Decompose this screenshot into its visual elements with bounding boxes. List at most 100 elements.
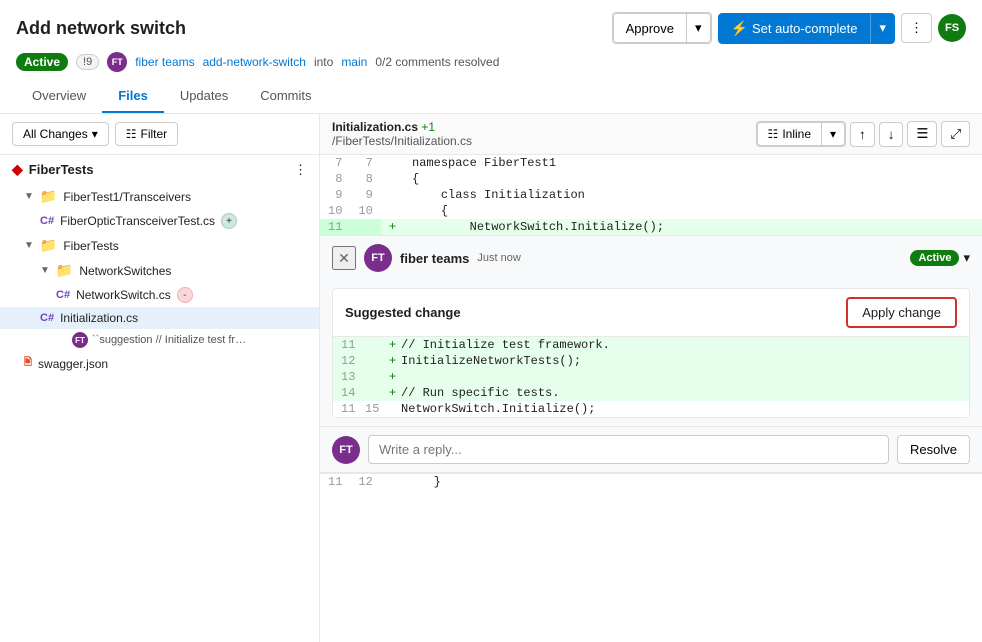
sidebar-file-networkswitch[interactable]: C# NetworkSwitch.cs - bbox=[0, 283, 319, 307]
code-line: 10 10 { bbox=[320, 203, 982, 219]
branch-into: main bbox=[341, 55, 367, 69]
expand-button[interactable]: ⤢ bbox=[941, 121, 970, 147]
tab-commits[interactable]: Commits bbox=[244, 80, 327, 113]
code-view: Initialization.cs +1 /FiberTests/Initial… bbox=[320, 114, 982, 642]
code-line: 7 7 namespace FiberTest1 bbox=[320, 155, 982, 171]
tab-updates[interactable]: Updates bbox=[164, 80, 244, 113]
folder-icon: 📁 bbox=[40, 188, 57, 205]
close-comment-button[interactable]: ✕ bbox=[332, 246, 356, 270]
line-num-right: 12 bbox=[350, 474, 380, 491]
sc-line: 11 15 NetworkSwitch.Initialize(); bbox=[333, 401, 969, 417]
autocomplete-dropdown-button[interactable]: ▾ bbox=[870, 13, 895, 44]
cs-file-icon: C# bbox=[40, 312, 54, 324]
line-sign bbox=[381, 474, 397, 491]
approve-dropdown-button[interactable]: ▾ bbox=[687, 13, 711, 43]
full-file-path: /FiberTests/Initialization.cs bbox=[332, 134, 472, 148]
sidebar-file-swagger[interactable]: 🖹 swagger.json bbox=[0, 351, 319, 376]
reply-input[interactable] bbox=[368, 435, 889, 464]
next-change-button[interactable]: ↓ bbox=[879, 122, 904, 147]
folder-icon: 📁 bbox=[56, 262, 73, 279]
branch-from: add-network-switch bbox=[203, 55, 306, 69]
filter-button[interactable]: ☷ Filter bbox=[115, 122, 178, 146]
author-link[interactable]: fiber teams bbox=[135, 55, 194, 69]
filter-icon: ☷ bbox=[126, 127, 137, 141]
code-table: 7 7 namespace FiberTest1 8 8 { 9 9 class… bbox=[320, 155, 982, 235]
main-content: All Changes ▾ ☷ Filter ◆ FiberTests ⋮ ▼ … bbox=[0, 114, 982, 642]
filename-initialization: Initialization.cs bbox=[60, 311, 138, 325]
chevron-icon: ▼ bbox=[24, 240, 34, 251]
folder-icon: 📁 bbox=[40, 237, 57, 254]
inline-icon: ☷ bbox=[768, 127, 779, 141]
commenter-name: fiber teams bbox=[400, 251, 469, 266]
thread-text: ``suggestion // Initialize test fram... bbox=[92, 334, 252, 346]
code-line-added: 11 + NetworkSwitch.Initialize(); bbox=[320, 219, 982, 235]
status-chevron-icon[interactable]: ▾ bbox=[963, 250, 970, 266]
autocomplete-button[interactable]: ⚡ Set auto-complete bbox=[718, 13, 871, 44]
line-sign bbox=[381, 155, 404, 171]
sidebar-file-initialization[interactable]: C# Initialization.cs bbox=[0, 307, 319, 329]
inline-view-button[interactable]: ☷ Inline bbox=[757, 122, 822, 146]
approve-button[interactable]: Approve bbox=[613, 13, 687, 43]
comment-time: Just now bbox=[477, 252, 520, 264]
user-avatar: FS bbox=[938, 14, 966, 42]
sc-sign: + bbox=[389, 354, 401, 368]
sc-num: 11 bbox=[341, 338, 365, 352]
sc-num-right: 15 bbox=[365, 402, 389, 416]
sidebar-folder-fibertests[interactable]: ▼ 📁 FiberTests bbox=[0, 233, 319, 258]
filename-networkswitch: NetworkSwitch.cs bbox=[76, 288, 171, 302]
sc-line: 14 + // Run specific tests. bbox=[333, 385, 969, 401]
pr-number: !9 bbox=[76, 54, 99, 70]
sc-code: InitializeNetworkTests(); bbox=[401, 354, 581, 368]
sc-num: 11 bbox=[341, 402, 365, 416]
apply-change-button[interactable]: Apply change bbox=[846, 297, 957, 328]
resolve-button[interactable]: Resolve bbox=[897, 435, 970, 464]
line-code: } bbox=[397, 474, 982, 491]
sidebar-folder-networkswitches[interactable]: ▼ 📁 NetworkSwitches bbox=[0, 258, 319, 283]
sidebar-folder-transceivers[interactable]: ▼ 📁 FiberTest1/Transceivers bbox=[0, 184, 319, 209]
commenter-avatar: FT bbox=[364, 244, 392, 272]
all-changes-button[interactable]: All Changes ▾ bbox=[12, 122, 109, 146]
sidebar-toolbar: All Changes ▾ ☷ Filter bbox=[0, 114, 319, 155]
reply-avatar: FT bbox=[332, 436, 360, 464]
sidebar-more-icon[interactable]: ⋮ bbox=[294, 162, 307, 178]
json-file-icon: 🖹 bbox=[24, 355, 32, 372]
comment-header: ✕ FT fiber teams Just now Active ▾ bbox=[320, 236, 982, 280]
line-sign bbox=[381, 171, 404, 187]
line-num-left: 11 bbox=[320, 474, 350, 491]
sc-num-right bbox=[365, 338, 389, 352]
view-dropdown-button[interactable]: ▾ bbox=[822, 122, 845, 146]
sc-sign bbox=[389, 402, 401, 416]
comment-status: Active ▾ bbox=[910, 250, 970, 266]
more-options-button[interactable]: ⋮ bbox=[901, 13, 932, 43]
sc-num: 14 bbox=[341, 386, 365, 400]
sidebar-file-fiberoptic[interactable]: C# FiberOpticTransceiverTest.cs + bbox=[0, 209, 319, 233]
line-num-right: 7 bbox=[350, 155, 380, 171]
comments-resolved: 0/2 comments resolved bbox=[375, 55, 499, 69]
chevron-icon: ▼ bbox=[40, 265, 50, 276]
sc-code: // Initialize test framework. bbox=[401, 338, 610, 352]
prev-change-button[interactable]: ↑ bbox=[850, 122, 875, 147]
settings-button[interactable]: ☰ bbox=[907, 121, 937, 147]
tab-files[interactable]: Files bbox=[102, 80, 164, 113]
folder-name: NetworkSwitches bbox=[79, 264, 171, 278]
line-num-right: 9 bbox=[350, 187, 380, 203]
sc-num: 12 bbox=[341, 354, 365, 368]
line-num-right: 10 bbox=[350, 203, 380, 219]
header-actions: Approve ▾ ⚡ Set auto-complete ▾ ⋮ FS bbox=[612, 12, 966, 44]
tab-overview[interactable]: Overview bbox=[16, 80, 102, 113]
line-sign bbox=[381, 187, 404, 203]
sc-line: 11 + // Initialize test framework. bbox=[333, 337, 969, 353]
line-num-left: 11 bbox=[320, 219, 350, 235]
folder-name: FiberTest1/Transceivers bbox=[63, 190, 191, 204]
code-table-bottom: 11 12 } bbox=[320, 473, 982, 490]
filename-swagger: swagger.json bbox=[38, 357, 108, 371]
page-title: Add network switch bbox=[16, 18, 186, 39]
sidebar: All Changes ▾ ☷ Filter ◆ FiberTests ⋮ ▼ … bbox=[0, 114, 320, 642]
remove-badge: - bbox=[177, 287, 193, 303]
comment-status-badge: Active bbox=[910, 250, 959, 266]
line-code: class Initialization bbox=[404, 187, 982, 203]
line-num-left: 10 bbox=[320, 203, 350, 219]
page-header: Add network switch Approve ▾ ⚡ Set auto-… bbox=[0, 0, 982, 114]
line-code: { bbox=[404, 203, 982, 219]
sidebar-thread-item[interactable]: FT ``suggestion // Initialize test fram.… bbox=[0, 329, 319, 351]
